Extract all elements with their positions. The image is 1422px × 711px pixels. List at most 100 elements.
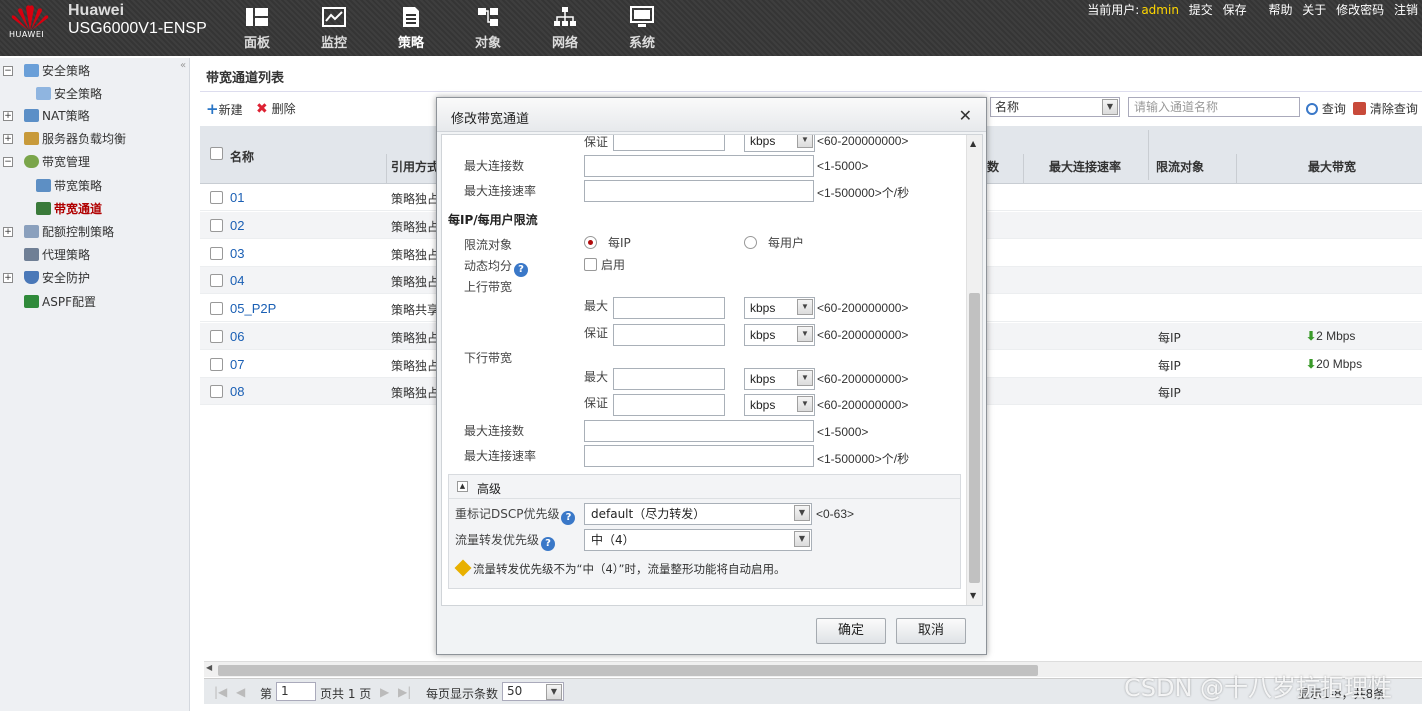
row-name-link[interactable]: 02 bbox=[230, 218, 244, 233]
per-ip-radio[interactable] bbox=[584, 236, 597, 249]
col-ref[interactable]: 引用方式 bbox=[391, 158, 439, 175]
first-page-icon[interactable]: |◀ bbox=[214, 685, 227, 699]
help-icon[interactable]: ? bbox=[541, 537, 556, 551]
about-link[interactable]: 关于 bbox=[1302, 3, 1326, 17]
change-password-link[interactable]: 修改密码 bbox=[1336, 3, 1384, 17]
col-name[interactable]: 名称 bbox=[230, 148, 254, 165]
row-checkbox[interactable] bbox=[210, 247, 223, 260]
scroll-up-arrow-icon[interactable]: ▲ bbox=[970, 139, 976, 148]
sidebar-collapse-handle[interactable]: « bbox=[180, 60, 186, 71]
scroll-down-arrow-icon[interactable]: ▼ bbox=[970, 591, 976, 600]
max-conn-rate-input[interactable] bbox=[584, 180, 814, 202]
save-link[interactable]: 保存 bbox=[1223, 3, 1247, 17]
expand-toggle-icon[interactable]: + bbox=[3, 227, 13, 237]
row-name-link[interactable]: 06 bbox=[230, 329, 244, 344]
row-name-link[interactable]: 04 bbox=[230, 273, 244, 288]
collapse-toggle-icon[interactable]: − bbox=[3, 66, 13, 76]
sidebar-item-bandwidth-mgmt[interactable]: − 带宽管理 bbox=[0, 151, 90, 173]
scroll-left-arrow-icon[interactable]: ◀ bbox=[206, 663, 212, 672]
nav-system[interactable]: 系统 bbox=[617, 6, 667, 51]
query-button[interactable]: 查询 bbox=[1306, 100, 1346, 117]
horizontal-scroll-thumb[interactable] bbox=[218, 665, 1038, 676]
down-guarantee-unit-select[interactable]: kbps ▼ bbox=[744, 394, 815, 416]
row-checkbox[interactable] bbox=[210, 385, 223, 398]
nav-policy[interactable]: 策略 bbox=[386, 6, 436, 51]
nav-dashboard[interactable]: 面板 bbox=[232, 6, 282, 51]
sidebar-item-slb[interactable]: + 服务器负载均衡 bbox=[0, 128, 126, 150]
col-max-conn-rate[interactable]: 最大连接速率 bbox=[1049, 158, 1121, 175]
chevron-down-icon: ▼ bbox=[546, 684, 562, 700]
row-name-link[interactable]: 01 bbox=[230, 190, 244, 205]
row-checkbox[interactable] bbox=[210, 330, 223, 343]
nav-monitor[interactable]: 监控 bbox=[309, 6, 359, 51]
sidebar-item-nat-policy[interactable]: + NAT策略 bbox=[0, 105, 90, 127]
sidebar-item-security-policy[interactable]: 安全策略 bbox=[36, 83, 102, 105]
last-page-icon[interactable]: ▶| bbox=[398, 685, 411, 699]
expand-toggle-icon[interactable]: + bbox=[3, 111, 13, 121]
col-max-bandwidth[interactable]: 最大带宽 bbox=[1308, 158, 1356, 175]
fwd-priority-select[interactable]: 中（4） ▼ bbox=[584, 529, 812, 551]
down-max-unit-select[interactable]: kbps ▼ bbox=[744, 368, 815, 390]
per-ip-max-conn-rate-input[interactable] bbox=[584, 445, 814, 467]
dynamic-share-checkbox[interactable] bbox=[584, 258, 597, 271]
sidebar-item-security-protection[interactable]: + 安全防护 bbox=[0, 267, 90, 289]
down-guarantee-input[interactable] bbox=[613, 394, 725, 416]
search-input[interactable]: 请输入通道名称 bbox=[1128, 97, 1300, 117]
search-field-select[interactable]: 名称 ▼ bbox=[990, 97, 1120, 117]
vertical-scroll-thumb[interactable] bbox=[969, 293, 980, 583]
next-page-icon[interactable]: ▶ bbox=[380, 685, 389, 699]
row-name-link[interactable]: 07 bbox=[230, 357, 244, 372]
sidebar-item-aspf[interactable]: ASPF配置 bbox=[24, 291, 96, 313]
top-unit-select[interactable]: kbps ▼ bbox=[744, 135, 815, 152]
select-all-checkbox[interactable] bbox=[210, 147, 223, 160]
delete-button[interactable]: ✖ 删除 bbox=[256, 100, 296, 117]
dscp-select[interactable]: default（尽力转发） ▼ bbox=[584, 503, 812, 525]
row-checkbox[interactable] bbox=[210, 191, 223, 204]
top-guarantee-input[interactable] bbox=[613, 135, 725, 151]
sidebar-item-bandwidth-channel[interactable]: 带宽通道 bbox=[36, 198, 102, 220]
col-limit-target[interactable]: 限流对象 bbox=[1156, 158, 1204, 175]
expand-toggle-icon[interactable]: + bbox=[3, 134, 13, 144]
collapse-up-icon[interactable]: ▲ bbox=[457, 481, 468, 492]
vertical-scrollbar[interactable]: ▲ ▼ bbox=[966, 135, 982, 605]
clear-query-button[interactable]: 清除查询 bbox=[1353, 100, 1418, 117]
sidebar-item-quota-policy[interactable]: + 配额控制策略 bbox=[0, 221, 114, 243]
sidebar: « − 安全策略 安全策略 + NAT策略 + 服务器负载均衡 − 带宽管理 带… bbox=[0, 58, 190, 711]
per-user-radio[interactable] bbox=[744, 236, 757, 249]
row-name-link[interactable]: 05_P2P bbox=[230, 301, 276, 316]
collapse-toggle-icon[interactable]: − bbox=[3, 157, 13, 167]
row-name-link[interactable]: 08 bbox=[230, 384, 244, 399]
up-guarantee-unit-select[interactable]: kbps ▼ bbox=[744, 324, 815, 346]
row-checkbox[interactable] bbox=[210, 358, 223, 371]
page-number-input[interactable]: 1 bbox=[276, 682, 316, 701]
cancel-button[interactable]: 取消 bbox=[896, 618, 966, 644]
row-name-link[interactable]: 03 bbox=[230, 246, 244, 261]
ok-button[interactable]: 确定 bbox=[816, 618, 886, 644]
nav-objects[interactable]: 对象 bbox=[463, 6, 513, 51]
per-page-select[interactable]: 50 ▼ bbox=[502, 682, 564, 701]
per-ip-max-conn-input[interactable] bbox=[584, 420, 814, 442]
close-icon[interactable]: ✕ bbox=[959, 106, 972, 125]
max-conn-input[interactable] bbox=[584, 155, 814, 177]
up-max-unit-select[interactable]: kbps ▼ bbox=[744, 297, 815, 319]
submit-link[interactable]: 提交 bbox=[1189, 3, 1213, 17]
row-checkbox[interactable] bbox=[210, 274, 223, 287]
nav-network[interactable]: 网络 bbox=[540, 6, 590, 51]
help-link[interactable]: 帮助 bbox=[1268, 3, 1292, 17]
sidebar-item-proxy-policy[interactable]: 代理策略 bbox=[24, 244, 90, 266]
sidebar-item-security-policy-group[interactable]: − 安全策略 bbox=[0, 60, 90, 82]
row-checkbox[interactable] bbox=[210, 219, 223, 232]
prev-page-icon[interactable]: ◀ bbox=[236, 685, 245, 699]
up-max-input[interactable] bbox=[613, 297, 725, 319]
col-max-conn[interactable]: 数 bbox=[987, 158, 999, 175]
sidebar-item-bandwidth-policy[interactable]: 带宽策略 bbox=[36, 175, 102, 197]
up-guarantee-input[interactable] bbox=[613, 324, 725, 346]
down-max-input[interactable] bbox=[613, 368, 725, 390]
row-checkbox[interactable] bbox=[210, 302, 223, 315]
help-icon[interactable]: ? bbox=[561, 511, 576, 525]
new-button[interactable]: +新建 bbox=[206, 100, 243, 118]
help-icon[interactable]: ? bbox=[514, 263, 529, 277]
logout-link[interactable]: 注销 bbox=[1394, 3, 1418, 17]
advanced-header[interactable]: ▲ 高级 bbox=[449, 475, 960, 499]
expand-toggle-icon[interactable]: + bbox=[3, 273, 13, 283]
